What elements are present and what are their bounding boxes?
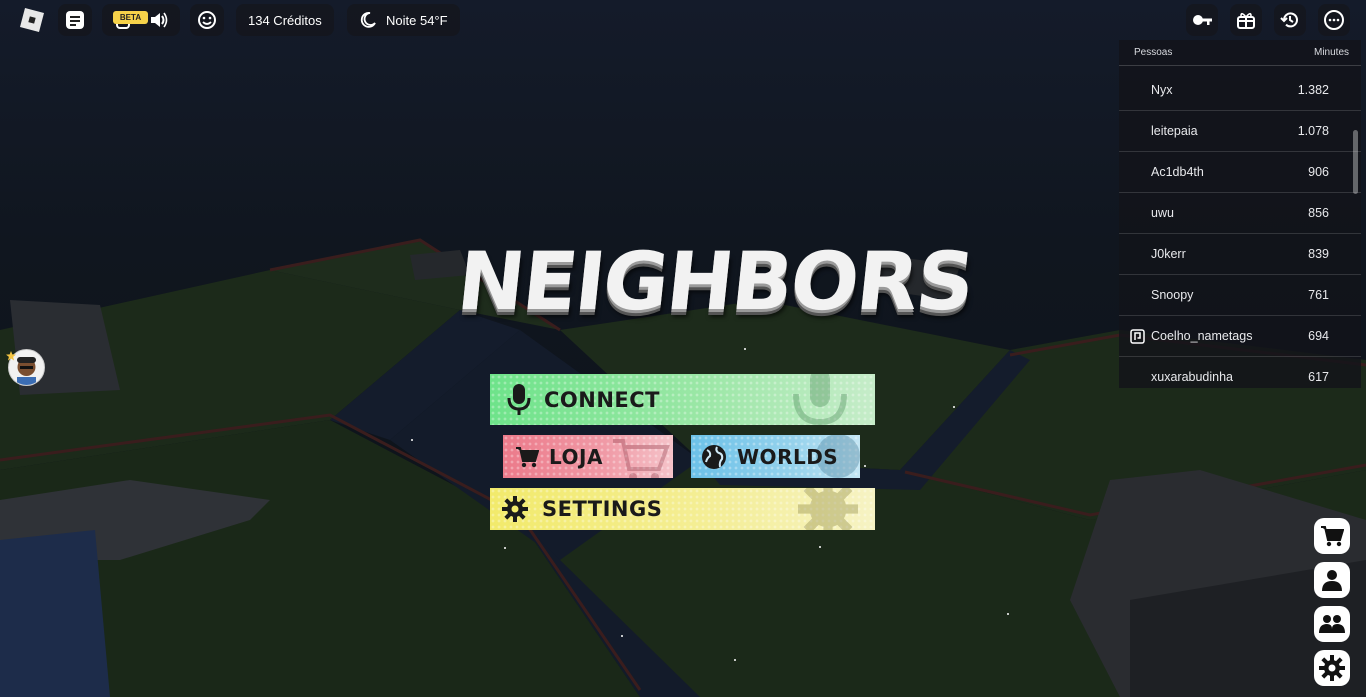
gear-icon bbox=[502, 496, 528, 522]
gear-icon bbox=[1319, 655, 1345, 681]
cart-watermark-icon bbox=[613, 439, 670, 478]
player-name: Nyx bbox=[1151, 83, 1173, 97]
roblox-menu-button[interactable] bbox=[16, 4, 48, 36]
settings-button[interactable]: SETTINGS bbox=[490, 488, 875, 530]
leaderboard-panel: Pessoas Minutes Nyx 1.382 leitepaia 1.078 … bbox=[1119, 40, 1361, 388]
shop-button[interactable]: LOJA bbox=[503, 435, 673, 478]
emote-button[interactable] bbox=[190, 4, 224, 36]
key-button[interactable] bbox=[1186, 4, 1218, 36]
leaderboard-row[interactable]: xuxarabudinha 617 bbox=[1119, 357, 1361, 397]
chat-icon bbox=[66, 11, 84, 29]
player-name: J0kerr bbox=[1151, 247, 1186, 261]
leaderboard-header: Pessoas Minutes bbox=[1119, 40, 1361, 66]
leaderboard-rows[interactable]: Nyx 1.382 leitepaia 1.078 Ac1db4th 906 uwu 8… bbox=[1119, 70, 1361, 397]
roblox-logo-icon bbox=[20, 8, 44, 32]
cart-icon bbox=[515, 446, 539, 468]
gift-icon bbox=[1237, 12, 1255, 29]
key-icon bbox=[1193, 15, 1212, 25]
leaderboard-row[interactable]: leitepaia 1.078 bbox=[1119, 111, 1361, 152]
player-minutes: 617 bbox=[1308, 370, 1329, 384]
connect-button[interactable]: CONNECT bbox=[490, 374, 875, 425]
leaderboard-scrollbar[interactable] bbox=[1353, 130, 1358, 194]
friends-side-button[interactable] bbox=[1314, 606, 1350, 642]
weather-label: Noite 54°F bbox=[386, 12, 448, 28]
settings-side-button[interactable] bbox=[1314, 650, 1350, 686]
microphone-icon bbox=[506, 383, 532, 417]
weather-display: Noite 54°F bbox=[347, 4, 460, 36]
leaderboard-row[interactable]: Nyx 1.382 bbox=[1119, 70, 1361, 111]
player-minutes: 906 bbox=[1308, 165, 1329, 179]
leaderboard-col-people: Pessoas bbox=[1134, 47, 1173, 58]
player-minutes: 839 bbox=[1308, 247, 1329, 261]
gear-watermark-icon bbox=[798, 488, 858, 530]
player-minutes: 761 bbox=[1308, 288, 1329, 302]
player-name: xuxarabudinha bbox=[1151, 370, 1234, 384]
shop-side-button[interactable] bbox=[1314, 518, 1350, 554]
game-logo: NEIGHBORS bbox=[453, 232, 977, 332]
moon-icon bbox=[360, 12, 376, 28]
credits-display[interactable]: 134 Créditos bbox=[236, 4, 334, 36]
globe-icon bbox=[701, 444, 727, 470]
more-icon bbox=[1324, 10, 1344, 30]
leaderboard-row[interactable]: uwu 856 bbox=[1119, 193, 1361, 234]
connect-label: CONNECT bbox=[544, 387, 660, 412]
player-name: Ac1db4th bbox=[1151, 165, 1204, 179]
history-icon bbox=[1280, 12, 1298, 28]
leaderboard-row[interactable]: J0kerr 839 bbox=[1119, 234, 1361, 275]
player-minutes: 1.382 bbox=[1297, 83, 1329, 97]
worlds-button[interactable]: WORLDS bbox=[691, 435, 860, 478]
history-button[interactable] bbox=[1274, 4, 1306, 36]
game-title: NEIGHBORS bbox=[453, 235, 978, 328]
cart-icon bbox=[1321, 526, 1344, 547]
leaderboard-row[interactable]: Ac1db4th 906 bbox=[1119, 152, 1361, 193]
leaderboard-row[interactable]: Coelho_nametags 694 bbox=[1119, 316, 1361, 357]
microphone-watermark-icon bbox=[793, 374, 847, 425]
player-minutes: 856 bbox=[1308, 206, 1329, 220]
credits-label: 134 Créditos bbox=[248, 12, 322, 28]
avatar-icon bbox=[1322, 570, 1342, 591]
star-icon bbox=[6, 351, 16, 361]
player-minutes: 694 bbox=[1308, 329, 1329, 343]
chat-button[interactable] bbox=[58, 4, 92, 36]
premium-icon bbox=[1130, 329, 1145, 344]
player-name: Coelho_nametags bbox=[1151, 329, 1253, 343]
player-name: uwu bbox=[1151, 206, 1174, 220]
leaderboard-row[interactable]: Snoopy 761 bbox=[1119, 275, 1361, 316]
settings-label: SETTINGS bbox=[542, 497, 663, 521]
player-minutes: 1.078 bbox=[1297, 124, 1329, 138]
friends-icon bbox=[1319, 615, 1345, 633]
avatar-side-button[interactable] bbox=[1314, 562, 1350, 598]
leaderboard-col-minutes: Minutes bbox=[1313, 47, 1349, 58]
player-name: Snoopy bbox=[1151, 288, 1194, 302]
emote-icon bbox=[198, 11, 216, 29]
gift-button[interactable] bbox=[1230, 4, 1262, 36]
shop-label: LOJA bbox=[549, 444, 603, 469]
more-button[interactable] bbox=[1318, 4, 1350, 36]
player-name: leitepaia bbox=[1151, 124, 1198, 138]
beta-badge: BETA bbox=[113, 11, 148, 24]
speaker-icon[interactable] bbox=[149, 10, 169, 30]
worlds-label: WORLDS bbox=[737, 444, 839, 469]
